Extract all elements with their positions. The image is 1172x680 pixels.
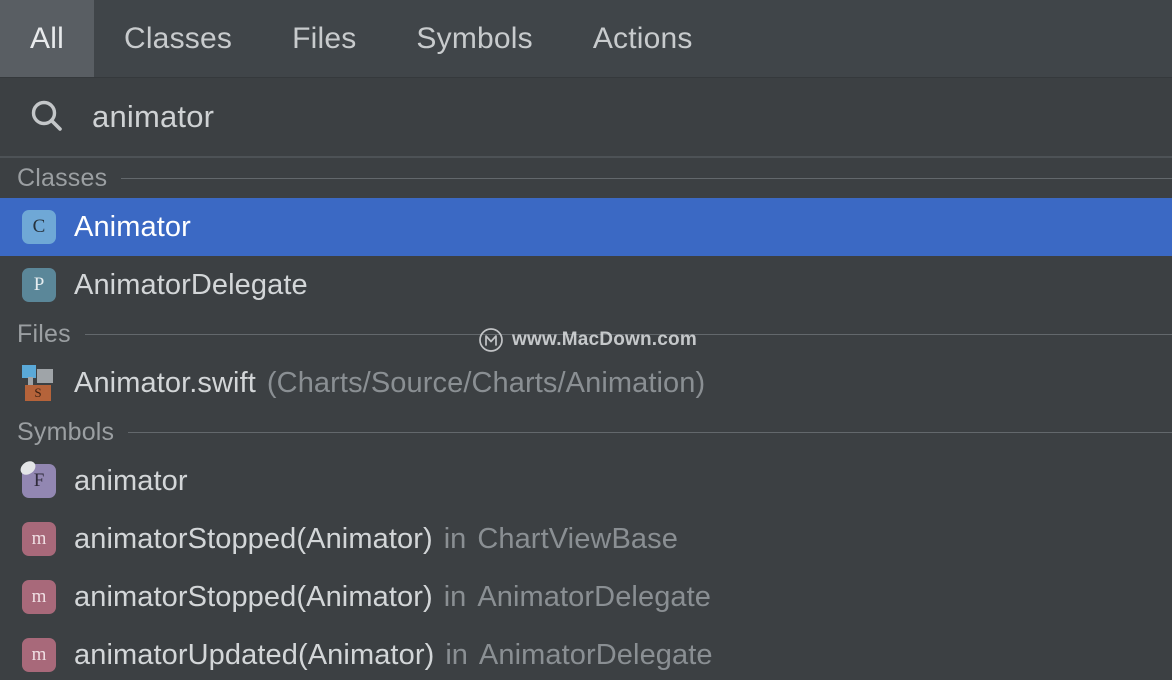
section-title: Symbols bbox=[17, 417, 115, 446]
section-header-symbols: Symbols bbox=[0, 412, 1172, 452]
list-item-context: AnimatorDelegate bbox=[478, 638, 713, 671]
section-title: Files bbox=[17, 319, 71, 348]
list-item[interactable]: S Animator.swift (Charts/Source/Charts/Ani… bbox=[0, 354, 1172, 412]
badge-letter: m bbox=[22, 580, 56, 614]
list-item-label: animatorStopped(Animator) bbox=[74, 522, 433, 555]
list-item[interactable]: m animatorStopped(Animator) in ChartViewBas… bbox=[0, 510, 1172, 568]
list-item-context: ChartViewBase bbox=[477, 522, 678, 555]
method-badge: m bbox=[20, 578, 58, 616]
tab-classes[interactable]: Classes bbox=[94, 0, 262, 77]
badge-letter: P bbox=[22, 268, 56, 302]
list-item-in-keyword: in bbox=[443, 580, 467, 613]
list-item[interactable]: m animatorStopped(Animator) in AnimatorDele… bbox=[0, 568, 1172, 626]
list-item-label: animatorStopped(Animator) bbox=[74, 580, 433, 613]
tab-all[interactable]: All bbox=[0, 0, 94, 77]
list-item-in-keyword: in bbox=[443, 522, 467, 555]
list-item[interactable]: m animatorUpdated(Animator) in AnimatorDele… bbox=[0, 626, 1172, 680]
list-item-label: animator bbox=[74, 464, 188, 497]
tab-symbols[interactable]: Symbols bbox=[386, 0, 562, 77]
section-header-classes: Classes bbox=[0, 158, 1172, 198]
search-field[interactable]: animator bbox=[0, 78, 1172, 158]
swift-file-icon: S bbox=[20, 364, 58, 402]
list-item-label: Animator bbox=[74, 210, 191, 243]
tab-actions[interactable]: Actions bbox=[563, 0, 723, 77]
protocol-badge: P bbox=[20, 266, 58, 304]
list-item-in-keyword: in bbox=[445, 638, 468, 671]
badge-letter: m bbox=[22, 522, 56, 556]
section-divider bbox=[84, 333, 1172, 335]
search-everywhere-popup: All Classes Files Symbols Actions animator C… bbox=[0, 0, 1172, 680]
list-item-context: (Charts/Source/Charts/Animation) bbox=[266, 366, 706, 399]
badge-letter: m bbox=[22, 638, 56, 672]
list-item[interactable]: Fanimator bbox=[0, 452, 1172, 510]
section-header-files: Files bbox=[0, 314, 1172, 354]
list-item[interactable]: P AnimatorDelegate bbox=[0, 256, 1172, 314]
list-item[interactable]: C Animator bbox=[0, 198, 1172, 256]
field-badge: F bbox=[18, 458, 58, 500]
method-badge: m bbox=[20, 636, 58, 674]
list-item-context: AnimatorDelegate bbox=[477, 580, 712, 613]
search-input-value[interactable]: animator bbox=[92, 99, 214, 135]
method-badge: m bbox=[20, 520, 58, 558]
results-list: Classes C Animator P AnimatorDelegate Files S A… bbox=[0, 158, 1172, 680]
section-divider bbox=[121, 177, 1172, 179]
tab-bar: All Classes Files Symbols Actions bbox=[0, 0, 1172, 78]
section-divider bbox=[128, 431, 1172, 433]
section-title: Classes bbox=[17, 163, 108, 192]
tab-files[interactable]: Files bbox=[262, 0, 386, 77]
search-icon bbox=[26, 96, 68, 138]
class-badge: C bbox=[20, 208, 58, 246]
list-item-label: AnimatorDelegate bbox=[74, 268, 308, 301]
list-item-label: animatorUpdated(Animator) bbox=[74, 638, 435, 671]
list-item-label: Animator.swift bbox=[74, 366, 256, 399]
badge-letter: C bbox=[22, 210, 56, 244]
